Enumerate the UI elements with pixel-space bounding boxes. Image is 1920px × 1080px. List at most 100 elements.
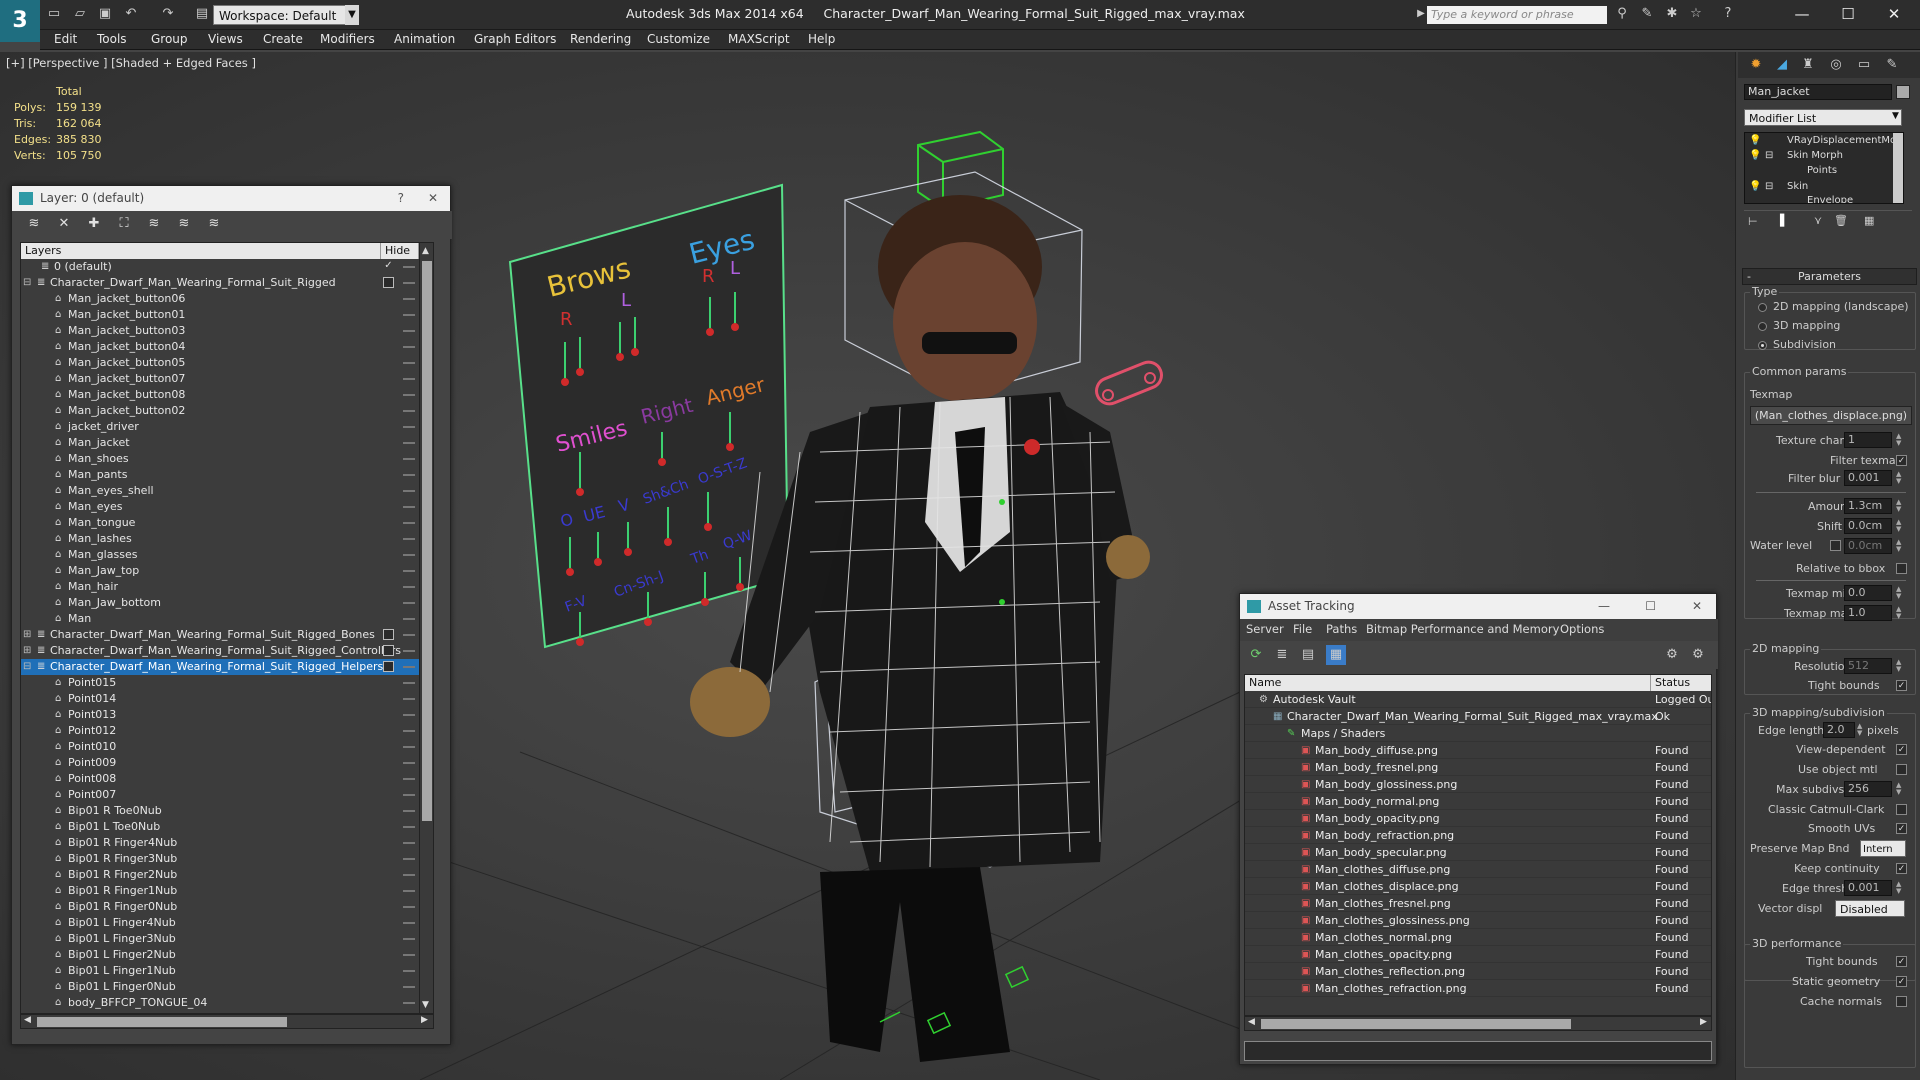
help-icon[interactable]: ? (398, 186, 404, 211)
asset-row[interactable]: ▣ Man_body_diffuse.png Found (1245, 742, 1711, 759)
use-object-mtl-checkbox[interactable] (1896, 764, 1907, 775)
type-3d-radio[interactable] (1758, 322, 1767, 331)
hide-all-layers-icon[interactable]: ≋ (176, 216, 192, 232)
layer-object-row[interactable]: ⌂ Man_jacket_button08 (21, 387, 419, 403)
hide-toggle[interactable] (403, 698, 415, 700)
layer-object-row[interactable]: ⌂ Man_glasses (21, 547, 419, 563)
modifier-list-chevron-down-icon[interactable]: ▼ (1892, 111, 1899, 121)
texture-chan-spinner-icon[interactable]: ▲ ▼ (1896, 433, 1904, 447)
layer-object-row[interactable]: ⌂ Bip01 R Toe0Nub (21, 803, 419, 819)
hide-toggle[interactable] (403, 938, 415, 940)
menu-views[interactable]: Views (208, 32, 243, 46)
hide-toggle[interactable] (403, 330, 415, 332)
asset-path-field[interactable] (1244, 1041, 1712, 1061)
asset-row[interactable]: ⚙ Autodesk Vault Logged Ou (1245, 691, 1711, 708)
type-2d-radio[interactable] (1758, 303, 1767, 312)
layer-object-row[interactable]: ⌂ Bip01 R Finger1Nub (21, 883, 419, 899)
filter-blur-input[interactable]: 0.001 (1844, 470, 1892, 486)
modifier-list-dropdown[interactable]: Modifier List (1744, 109, 1902, 126)
filter-texmap-checkbox[interactable]: ✓ (1896, 455, 1907, 466)
layer-object-row[interactable]: ⌂ Man_jacket_button06 (21, 291, 419, 307)
hide-toggle[interactable] (403, 778, 415, 780)
water-level-spinner-icon[interactable]: ▲ ▼ (1896, 539, 1904, 553)
layer-tree[interactable]: Layers Hide ≣ 0 (default) ✓ ⊟ ≣ Character_Dwa… (20, 242, 434, 1014)
thumbnail-view-icon[interactable]: ▤ (1300, 647, 1316, 663)
view-dependent-checkbox[interactable]: ✓ (1896, 744, 1907, 755)
menu-maxscript[interactable]: MAXScript (728, 32, 790, 46)
layer-object-row[interactable]: ⌂ Man_jacket (21, 435, 419, 451)
workspace-dropdown[interactable]: Workspace: Default (213, 5, 359, 26)
scroll-thumb[interactable] (1261, 1019, 1571, 1029)
asset-row[interactable]: ▣ Man_clothes_glossiness.png Found (1245, 912, 1711, 929)
tight-bounds-2-checkbox[interactable]: ✓ (1896, 956, 1907, 967)
asset-row[interactable]: ▣ Man_body_glossiness.png Found (1245, 776, 1711, 793)
layer-object-row[interactable]: ⌂ Man_eyes (21, 499, 419, 515)
add-to-layer-icon[interactable]: ✚ (86, 216, 102, 232)
name-column-header[interactable]: Name (1245, 675, 1651, 691)
asset-row[interactable]: ▣ Man_clothes_displace.png Found (1245, 878, 1711, 895)
scroll-down-icon[interactable]: ▼ (422, 1000, 429, 1010)
hide-toggle[interactable] (403, 586, 415, 588)
layer-current-box[interactable] (383, 277, 394, 288)
subscription-icon[interactable]: ✎ (1639, 6, 1655, 22)
motion-tab-icon[interactable]: ◎ (1824, 55, 1848, 75)
make-unique-icon[interactable]: ⋎ (1814, 214, 1822, 227)
layer-object-row[interactable]: ⌂ Point008 (21, 771, 419, 787)
stack-sub-item[interactable]: Envelope (1807, 195, 1853, 203)
layer-row[interactable]: ⊞ ≣ Character_Dwarf_Man_Wearing_Formal_Sui… (21, 643, 419, 659)
resolution-input[interactable]: 512 (1844, 658, 1892, 674)
layer-object-row[interactable]: ⌂ Point010 (21, 739, 419, 755)
hide-toggle[interactable] (403, 618, 415, 620)
hide-toggle[interactable] (403, 986, 415, 988)
binoculars-icon[interactable]: ⚲ (1614, 6, 1630, 22)
menu-customize[interactable]: Customize (647, 32, 710, 46)
scroll-up-icon[interactable]: ▲ (422, 246, 429, 256)
asset-row[interactable]: ▣ Man_body_refraction.png Found (1245, 827, 1711, 844)
layer-row[interactable]: ⊟ ≣ Character_Dwarf_Man_Wearing_Formal_Sui… (21, 659, 419, 675)
texture-chan-input[interactable]: 1 (1844, 432, 1892, 448)
pin-stack-icon[interactable]: ⊢ (1748, 215, 1758, 228)
hide-toggle[interactable] (403, 602, 415, 604)
new-file-icon[interactable]: ▭ (46, 6, 62, 22)
asset-row[interactable]: ▣ Man_clothes_fresnel.png Found (1245, 895, 1711, 912)
smooth-uvs-checkbox[interactable]: ✓ (1896, 823, 1907, 834)
asset-row[interactable]: ▣ Man_clothes_opacity.png Found (1245, 946, 1711, 963)
layer-object-row[interactable]: ⌂ Man_jacket_button05 (21, 355, 419, 371)
delete-layer-icon[interactable]: ✕ (56, 216, 72, 232)
hide-toggle[interactable] (403, 682, 415, 684)
close-icon[interactable]: ✕ (1880, 4, 1908, 24)
hide-toggle[interactable] (403, 394, 415, 396)
layer-object-row[interactable]: ⌂ Man_lashes (21, 531, 419, 547)
amount-spinner-icon[interactable]: ▲ ▼ (1896, 499, 1904, 513)
layer-object-row[interactable]: ⌂ Man_hair (21, 579, 419, 595)
asset-menu-options[interactable]: Options (1560, 622, 1604, 636)
filter-blur-spinner-icon[interactable]: ▲ ▼ (1896, 471, 1904, 485)
layer-object-row[interactable]: ⌂ Bip01 L Toe0Nub (21, 819, 419, 835)
refresh-icon[interactable]: ⟳ (1248, 647, 1264, 663)
static-geometry-checkbox[interactable]: ✓ (1896, 976, 1907, 987)
hide-toggle[interactable] (403, 282, 415, 284)
keep-continuity-checkbox[interactable]: ✓ (1896, 863, 1907, 874)
hide-toggle[interactable] (403, 458, 415, 460)
hide-toggle[interactable] (403, 762, 415, 764)
lightbulb-icon[interactable]: 💡 (1749, 135, 1761, 146)
layer-object-row[interactable]: ⌂ Man_shoes (21, 451, 419, 467)
asset-menu-paths[interactable]: Paths (1326, 622, 1357, 636)
type-subdivision-radio[interactable] (1758, 341, 1767, 350)
stack-item[interactable]: Skin Morph (1787, 150, 1843, 161)
menu-group[interactable]: Group (151, 32, 188, 46)
layer-object-row[interactable]: ⌂ Man (21, 611, 419, 627)
layer-object-row[interactable]: ⌂ Point007 (21, 787, 419, 803)
layer-vertical-scrollbar[interactable]: ▲ ▼ (419, 243, 433, 1013)
stack-item[interactable]: Skin (1787, 181, 1808, 192)
menu-animation[interactable]: Animation (394, 32, 455, 46)
max-subdivs-spinner-icon[interactable]: ▲ ▼ (1896, 782, 1904, 796)
asset-row[interactable]: ▣ Man_clothes_refraction.png Found (1245, 980, 1711, 997)
hide-column-header[interactable]: Hide (381, 243, 419, 259)
hide-toggle[interactable] (403, 842, 415, 844)
asset-row[interactable]: ▣ Man_clothes_diffuse.png Found (1245, 861, 1711, 878)
communication-center-icon[interactable]: ✱ (1664, 6, 1680, 22)
cache-normals-checkbox[interactable] (1896, 996, 1907, 1007)
layer-object-row[interactable]: ⌂ Man_jacket_button03 (21, 323, 419, 339)
layer-object-row[interactable]: ⌂ Man_Jaw_bottom (21, 595, 419, 611)
